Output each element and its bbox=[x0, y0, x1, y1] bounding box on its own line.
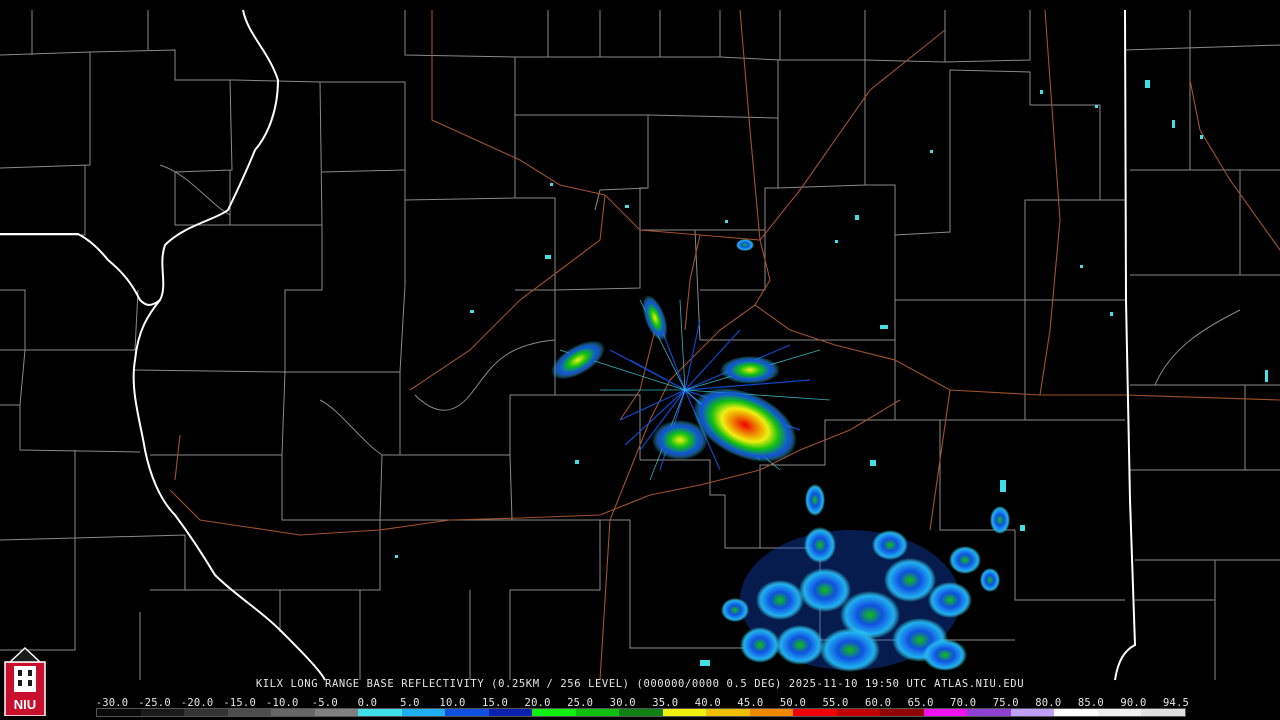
scale-swatch bbox=[532, 709, 576, 716]
scale-swatch bbox=[706, 709, 750, 716]
scale-swatch bbox=[923, 709, 968, 716]
scale-swatch bbox=[97, 709, 141, 716]
scale-swatch bbox=[967, 709, 1011, 716]
scale-swatch bbox=[401, 709, 446, 716]
scale-swatch bbox=[445, 709, 489, 716]
scale-swatch bbox=[793, 709, 837, 716]
scale-swatch bbox=[1141, 709, 1185, 716]
scale-swatch bbox=[619, 709, 663, 716]
scale-swatch bbox=[488, 709, 533, 716]
scale-swatch bbox=[836, 709, 881, 716]
scale-swatch bbox=[1097, 709, 1142, 716]
scale-swatch bbox=[749, 709, 794, 716]
highways bbox=[169, 9, 1280, 681]
scale-swatch bbox=[358, 709, 402, 716]
scale-swatch bbox=[271, 709, 315, 716]
county-boundaries bbox=[0, 10, 1280, 680]
scale-swatch bbox=[662, 709, 707, 716]
product-caption: KILX LONG RANGE BASE REFLECTIVITY (0.25K… bbox=[255, 678, 1025, 690]
scale-swatch bbox=[1054, 709, 1098, 716]
southeast-showers bbox=[721, 484, 1010, 672]
scale-swatch bbox=[314, 709, 359, 716]
scale-swatch bbox=[880, 709, 924, 716]
radar-display: NIU KILX LONG RANGE BASE REFLECTIVITY (0… bbox=[0, 0, 1280, 720]
scale-swatch bbox=[1010, 709, 1055, 716]
scale-swatch bbox=[575, 709, 620, 716]
scale-swatch bbox=[140, 709, 185, 716]
scale-swatch bbox=[184, 709, 228, 716]
state-borders bbox=[0, 9, 1137, 681]
scale-swatch bbox=[227, 709, 272, 716]
radar-map bbox=[0, 9, 1280, 681]
radar-echoes bbox=[395, 80, 1268, 672]
reflectivity-color-bar bbox=[96, 708, 1186, 717]
